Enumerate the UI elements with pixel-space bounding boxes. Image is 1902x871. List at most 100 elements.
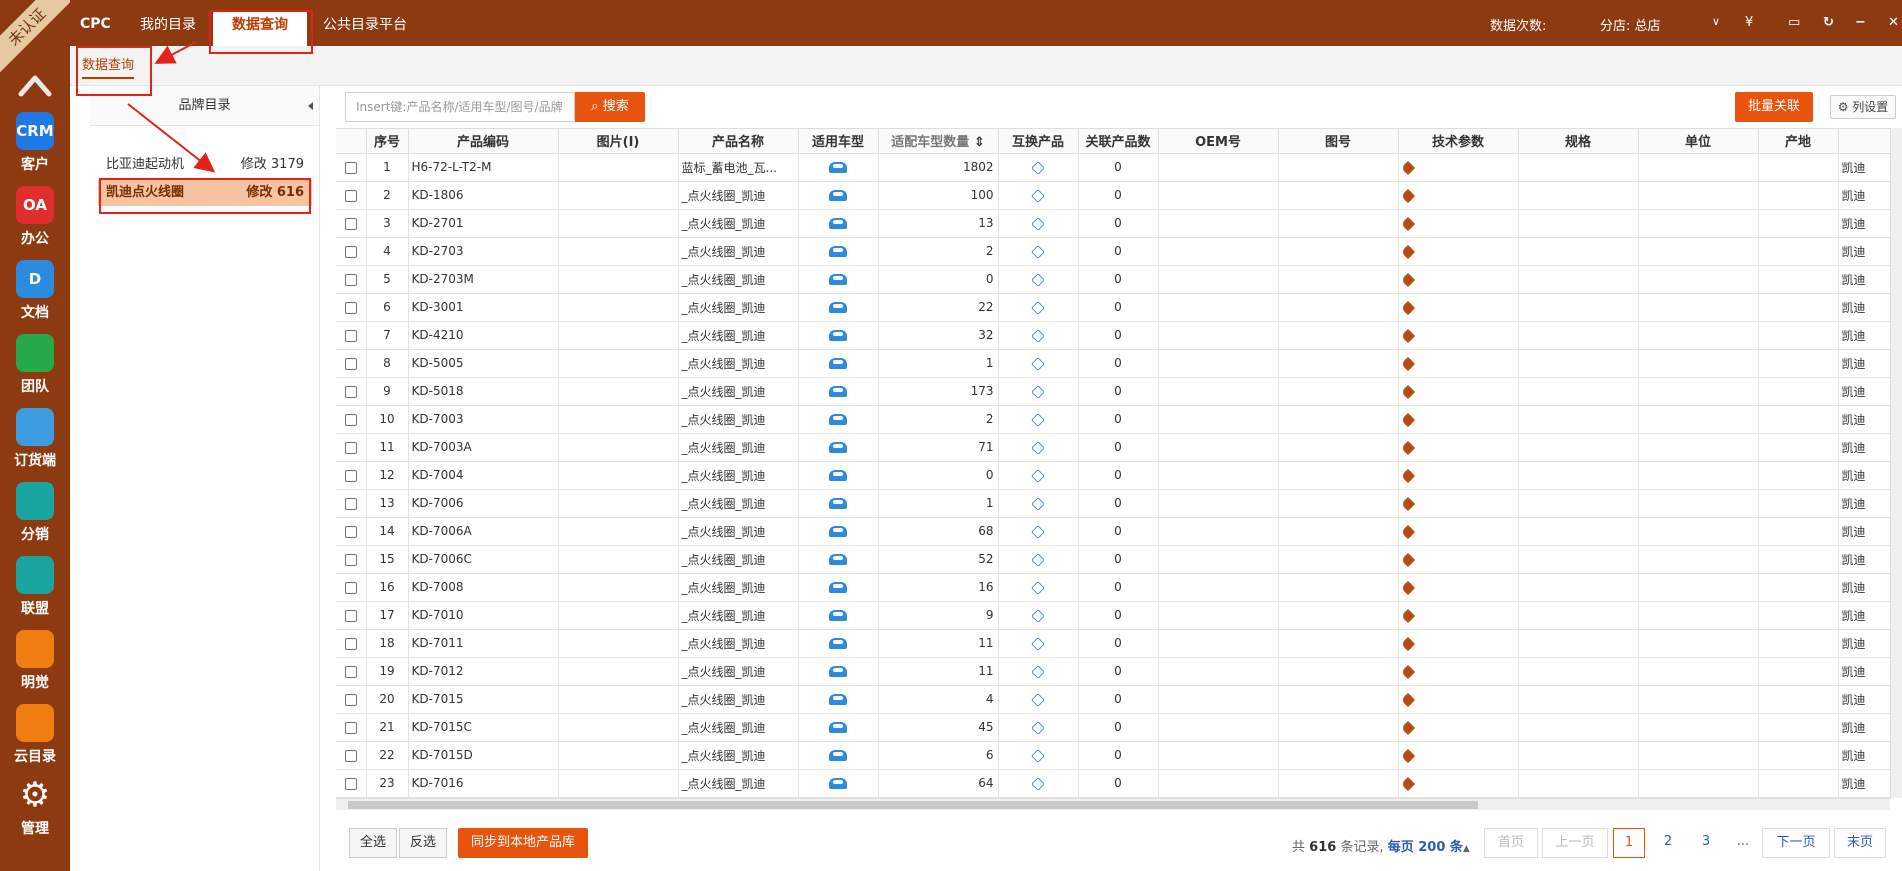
row-checkbox-cell[interactable] xyxy=(336,433,367,462)
cell-vehicle[interactable] xyxy=(798,545,879,574)
row-checkbox-cell[interactable] xyxy=(336,713,367,742)
cube-icon[interactable] xyxy=(1031,748,1045,763)
cell-tech[interactable] xyxy=(1398,713,1519,742)
tag-icon[interactable] xyxy=(1400,188,1415,203)
tag-icon[interactable] xyxy=(1400,496,1415,511)
car-icon[interactable] xyxy=(829,330,847,341)
col-header[interactable]: 图片(I) xyxy=(558,129,679,154)
prev-page-button[interactable]: 上一页 xyxy=(1542,828,1608,858)
cell-code[interactable]: KD-7016 xyxy=(408,769,559,798)
cell-code[interactable]: KD-1806 xyxy=(408,181,559,210)
col-header[interactable]: 图号 xyxy=(1278,129,1399,154)
cell-vehicle[interactable] xyxy=(798,461,879,490)
car-icon[interactable] xyxy=(829,750,847,761)
row-checkbox[interactable] xyxy=(344,189,357,202)
cell-vehicle[interactable] xyxy=(798,573,879,602)
search-button[interactable]: ⌕ 搜索 xyxy=(575,92,645,122)
tag-icon[interactable] xyxy=(1400,216,1415,231)
row-checkbox-cell[interactable] xyxy=(336,545,367,574)
cell-interchange[interactable] xyxy=(998,209,1079,238)
rail-item-3[interactable]: 团队 xyxy=(0,334,70,396)
col-header[interactable]: 产品名称 xyxy=(678,129,799,154)
cube-icon[interactable] xyxy=(1031,188,1045,203)
row-checkbox[interactable] xyxy=(344,609,357,622)
cell-tech[interactable] xyxy=(1398,349,1519,378)
car-icon[interactable] xyxy=(829,386,847,397)
car-icon[interactable] xyxy=(829,554,847,565)
cell-tech[interactable] xyxy=(1398,293,1519,322)
cube-icon[interactable] xyxy=(1031,244,1045,259)
row-checkbox-cell[interactable] xyxy=(336,293,367,322)
col-header[interactable]: 适配车型数量 ⇕ xyxy=(878,129,999,154)
row-checkbox-cell[interactable] xyxy=(336,265,367,294)
next-page-button[interactable]: 下一页 xyxy=(1762,828,1830,858)
cell-interchange[interactable] xyxy=(998,461,1079,490)
currency-icon[interactable]: ¥ xyxy=(1745,15,1753,30)
row-checkbox[interactable] xyxy=(344,581,357,594)
table-row[interactable]: 11 KD-7003A _点火线圈_凯迪 71 0 凯迪 xyxy=(336,433,1890,462)
cell-interchange[interactable] xyxy=(998,489,1079,518)
cell-vehicle[interactable] xyxy=(798,741,879,770)
car-icon[interactable] xyxy=(829,470,847,481)
table-row[interactable]: 6 KD-3001 _点火线圈_凯迪 22 0 凯迪 xyxy=(336,293,1890,322)
cell-vehicle[interactable] xyxy=(798,377,879,406)
cube-icon[interactable] xyxy=(1031,300,1045,315)
car-icon[interactable] xyxy=(829,722,847,733)
horizontal-scrollbar[interactable] xyxy=(336,798,1890,810)
cell-vehicle[interactable] xyxy=(798,769,879,798)
row-checkbox-cell[interactable] xyxy=(336,685,367,714)
car-icon[interactable] xyxy=(829,638,847,649)
cell-vehicle[interactable] xyxy=(798,713,879,742)
cell-interchange[interactable] xyxy=(998,657,1079,686)
cell-code[interactable]: KD-7006 xyxy=(408,489,559,518)
cell-code[interactable]: KD-2701 xyxy=(408,209,559,238)
row-checkbox[interactable] xyxy=(344,749,357,762)
col-header[interactable]: 单位 xyxy=(1638,129,1759,154)
row-checkbox[interactable] xyxy=(344,693,357,706)
cube-icon[interactable] xyxy=(1031,496,1045,511)
cell-tech[interactable] xyxy=(1398,321,1519,350)
tag-icon[interactable] xyxy=(1400,244,1415,259)
sort-icon[interactable]: ⇕ xyxy=(974,135,985,150)
cell-code[interactable]: KD-7015C xyxy=(408,713,559,742)
tag-icon[interactable] xyxy=(1400,552,1415,567)
cell-code[interactable]: KD-7006A xyxy=(408,517,559,546)
table-row[interactable]: 10 KD-7003 _点火线圈_凯迪 2 0 凯迪 xyxy=(336,405,1890,434)
tag-icon[interactable] xyxy=(1400,412,1415,427)
scroll-thumb[interactable] xyxy=(348,801,1478,809)
cell-code[interactable]: KD-7012 xyxy=(408,657,559,686)
row-checkbox-cell[interactable] xyxy=(336,153,367,182)
row-checkbox-cell[interactable] xyxy=(336,489,367,518)
select-all-button[interactable]: 全选 xyxy=(349,828,397,858)
cell-code[interactable]: KD-2703 xyxy=(408,237,559,266)
cube-icon[interactable] xyxy=(1031,692,1045,707)
cube-icon[interactable] xyxy=(1031,384,1045,399)
cell-tech[interactable] xyxy=(1398,657,1519,686)
cell-interchange[interactable] xyxy=(998,573,1079,602)
cell-vehicle[interactable] xyxy=(798,657,879,686)
cube-icon[interactable] xyxy=(1031,468,1045,483)
tag-icon[interactable] xyxy=(1400,776,1415,791)
table-row[interactable]: 16 KD-7008 _点火线圈_凯迪 16 0 凯迪 xyxy=(336,573,1890,602)
tab-my-catalog[interactable]: 我的目录 xyxy=(140,14,196,34)
tag-icon[interactable] xyxy=(1400,300,1415,315)
cell-code[interactable]: KD-5005 xyxy=(408,349,559,378)
refresh-icon[interactable]: ↻ xyxy=(1823,15,1834,30)
cell-tech[interactable] xyxy=(1398,237,1519,266)
minimize-icon[interactable]: − xyxy=(1855,15,1866,30)
cell-tech[interactable] xyxy=(1398,181,1519,210)
cell-tech[interactable] xyxy=(1398,489,1519,518)
cube-icon[interactable] xyxy=(1031,216,1045,231)
collapse-up-icon[interactable] xyxy=(17,70,53,100)
col-header[interactable]: 适用车型 xyxy=(798,129,879,154)
tab-public-catalog[interactable]: 公共目录平台 xyxy=(323,14,407,34)
car-icon[interactable] xyxy=(829,498,847,509)
cell-tech[interactable] xyxy=(1398,741,1519,770)
table-row[interactable]: 9 KD-5018 _点火线圈_凯迪 173 0 凯迪 xyxy=(336,377,1890,406)
cell-code[interactable]: KD-7008 xyxy=(408,573,559,602)
car-icon[interactable] xyxy=(829,274,847,285)
tag-icon[interactable] xyxy=(1400,636,1415,651)
cube-icon[interactable] xyxy=(1031,356,1045,371)
close-icon[interactable]: ✕ xyxy=(1888,15,1899,30)
cell-interchange[interactable] xyxy=(998,349,1079,378)
